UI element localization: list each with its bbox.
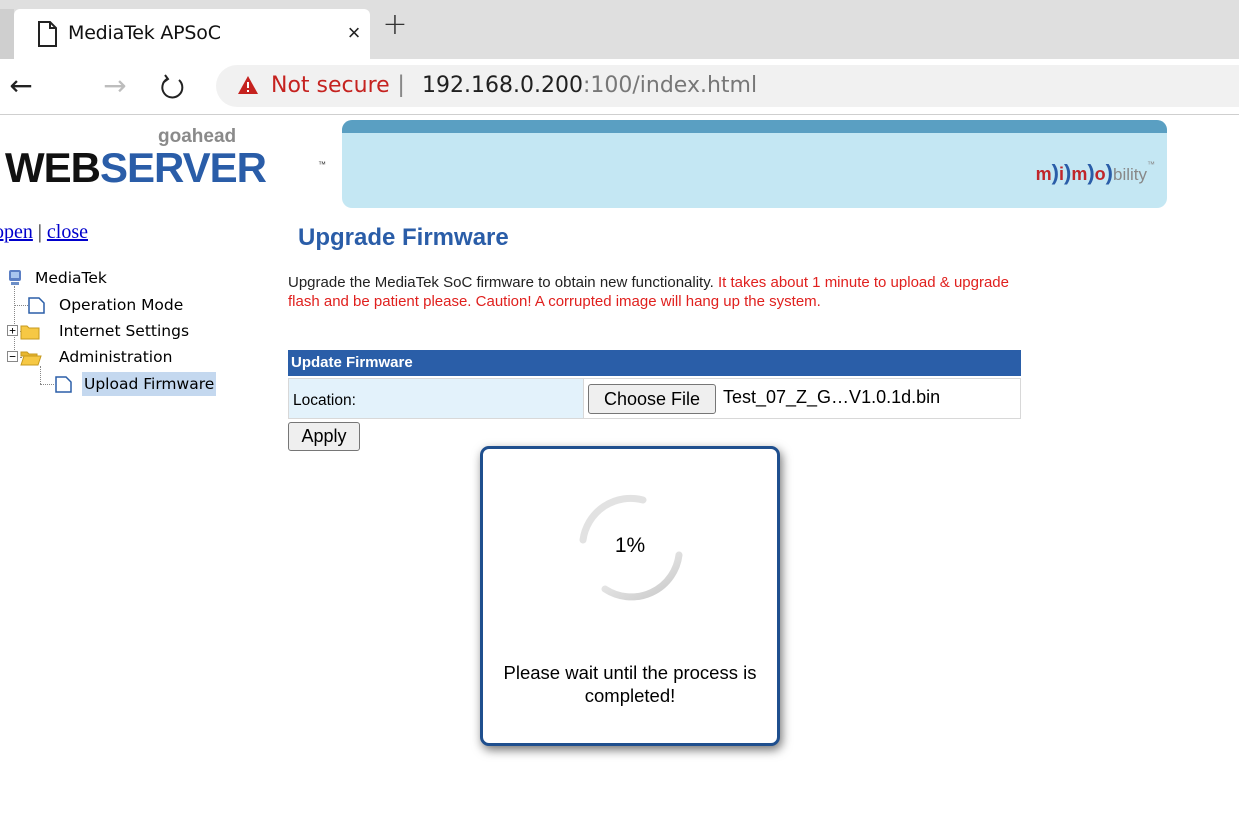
tree-connector	[40, 384, 54, 385]
tree-item-label: Administration	[59, 348, 173, 366]
banner-top-stripe	[342, 120, 1167, 133]
logo-web-part: WEB	[5, 144, 101, 191]
forward-arrow-icon[interactable]: →	[98, 69, 132, 103]
tree-connector	[14, 305, 28, 306]
progress-percent: 1%	[614, 534, 646, 557]
url-text[interactable]: 192.168.0.200:100/index.html	[422, 73, 757, 98]
choose-file-button[interactable]: Choose File	[588, 384, 716, 414]
folder-icon	[20, 325, 40, 340]
computer-icon	[9, 270, 21, 285]
header-banner: m)i)m)o)bility™	[342, 120, 1167, 208]
page-description: Upgrade the MediaTek SoC firmware to obt…	[288, 273, 1028, 311]
logo-server-part: SERVER	[100, 144, 267, 191]
wait-message: Please wait until the process is complet…	[503, 662, 757, 706]
tree-item-label: Operation Mode	[59, 296, 184, 314]
mimobility-logo: m)i)m)o)bility™	[1036, 160, 1155, 200]
mimo-m1: m	[1035, 164, 1052, 184]
location-label: Location:	[289, 379, 584, 418]
url-path: :100/index.html	[582, 73, 758, 98]
collapse-minus-icon[interactable]: −	[7, 351, 18, 362]
previous-tab-edge[interactable]	[0, 9, 14, 66]
new-tab-icon[interactable]: +	[380, 10, 410, 42]
security-status[interactable]: Not secure	[271, 73, 390, 98]
firmware-table: Update Firmware	[288, 350, 1021, 376]
mimo-bility: bility	[1112, 165, 1147, 184]
tree-connector	[40, 366, 41, 384]
mimo-trademark: ™	[1147, 160, 1155, 169]
page-icon	[55, 376, 72, 393]
address-separator: |	[398, 71, 405, 98]
browser-tab-strip: MediaTek APSoC × +	[0, 0, 1239, 66]
mimo-arc-3: )	[1087, 160, 1095, 185]
mimo-arc-4: )	[1105, 160, 1113, 185]
reload-icon[interactable]	[155, 69, 189, 103]
page-icon	[28, 297, 45, 314]
warning-triangle-icon[interactable]	[237, 75, 259, 95]
tree-root-label: MediaTek	[35, 269, 107, 287]
tab-title: MediaTek APSoC	[68, 22, 221, 44]
webserver-logo: WEBSERVER	[5, 144, 267, 192]
page-title: Upgrade Firmware	[298, 224, 509, 251]
tree-item-label: Internet Settings	[59, 322, 190, 340]
navigation-tree: MediaTek Operation Mode + Internet Setti…	[0, 266, 240, 426]
tree-item-label-selected: Upload Firmware	[82, 372, 217, 396]
tab-close-icon[interactable]: ×	[344, 22, 364, 44]
mimo-arc-1: )	[1051, 160, 1059, 185]
open-folder-icon	[20, 351, 42, 366]
tree-open-link[interactable]: open	[0, 221, 33, 243]
toolbar-divider	[0, 114, 1239, 115]
mimo-m2: m	[1071, 164, 1088, 184]
location-row: Location: Choose File Test_07_Z_G…V1.0.1…	[288, 378, 1021, 419]
selected-file-name: Test_07_Z_G…V1.0.1d.bin	[723, 387, 941, 407]
tree-connector	[14, 286, 15, 358]
spinner-arc	[601, 551, 683, 601]
url-host: 192.168.0.200	[422, 73, 583, 98]
tree-link-divider: |	[37, 221, 42, 243]
mimo-o: o	[1094, 164, 1106, 184]
upgrade-progress-dialog: 1% Please wait until the process is comp…	[480, 446, 780, 746]
table-header: Update Firmware	[288, 350, 1021, 376]
expand-plus-icon[interactable]: +	[7, 325, 18, 336]
description-text: Upgrade the MediaTek SoC firmware to obt…	[288, 274, 718, 291]
mimo-arc-2: )	[1063, 160, 1072, 185]
tree-open-close-links: open | close	[0, 221, 88, 244]
page-icon	[38, 21, 57, 47]
address-bar[interactable]: Not secure | 192.168.0.200:100/index.htm…	[216, 65, 1239, 107]
browser-toolbar: ← → Not secure | 192.168.0.200:100/index…	[0, 59, 1239, 115]
logo-trademark: ™	[318, 160, 326, 169]
apply-button[interactable]: Apply	[288, 422, 360, 451]
browser-tab[interactable]: MediaTek APSoC ×	[14, 9, 370, 66]
back-arrow-icon[interactable]: ←	[4, 69, 38, 103]
tree-close-link[interactable]: close	[47, 221, 88, 243]
